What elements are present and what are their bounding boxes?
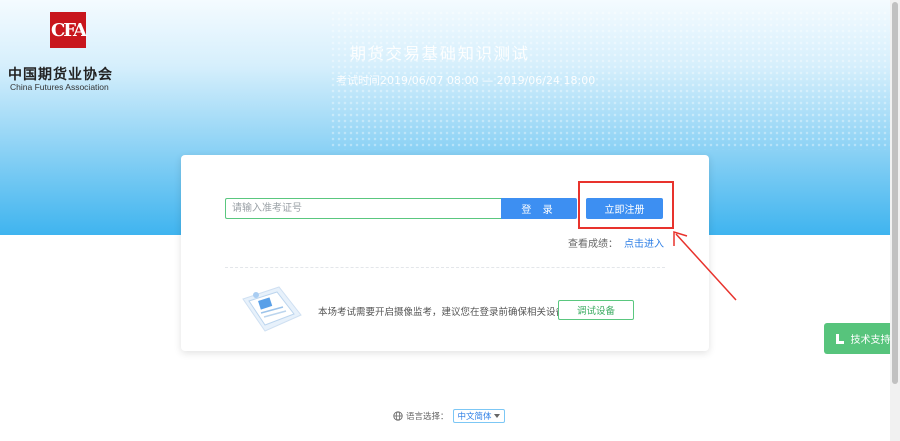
logo-mark: CFA — [50, 12, 87, 48]
language-selector-row: 语言选择： 中文简体 — [393, 408, 505, 424]
language-select[interactable]: 中文简体 — [452, 409, 505, 423]
register-button[interactable]: 立即注册 — [586, 198, 663, 219]
screen-illustration-icon — [242, 286, 302, 332]
login-button[interactable]: 登 录 — [501, 198, 577, 219]
logo-name-en: China Futures Association — [10, 82, 109, 92]
tech-support-label: 技术支持 — [850, 335, 891, 346]
chevron-down-icon — [493, 414, 500, 418]
divider — [225, 267, 665, 268]
score-query-row: 查看成绩： 点击进入 — [568, 235, 664, 250]
score-link[interactable]: 点击进入 — [624, 239, 664, 250]
language-label: 语言选择： — [406, 412, 449, 422]
tech-support-button[interactable]: 技术支持 — [824, 323, 900, 354]
device-notice: 本场考试需要开启摄像监考，建议您在登录前确保相关设备可用。 — [318, 307, 594, 318]
support-icon — [835, 333, 844, 344]
login-card: 登 录 立即注册 查看成绩： 点击进入 本场考试需要开启摄像监考，建议您在登录前确… — [181, 155, 709, 351]
logo-mark-text: CFA — [50, 19, 87, 41]
exam-time: 考试时间2019/06/07 08:00 — 2019/06/24 18:00 — [336, 74, 596, 87]
annotation-arrow — [673, 230, 737, 301]
globe-icon — [393, 411, 403, 421]
ticket-number-input[interactable] — [225, 198, 502, 219]
score-prompt: 查看成绩： — [568, 239, 618, 250]
exam-title: 期货交易基础知识测试 — [350, 44, 531, 63]
language-selected: 中文简体 — [457, 412, 492, 422]
vertical-scrollbar-thumb[interactable] — [892, 2, 898, 384]
logo-name-cn: 中国期货业协会 — [8, 67, 113, 83]
logo: CFA 中国期货业协会 China Futures Association — [8, 12, 138, 92]
check-device-button[interactable]: 调试设备 — [558, 300, 634, 320]
